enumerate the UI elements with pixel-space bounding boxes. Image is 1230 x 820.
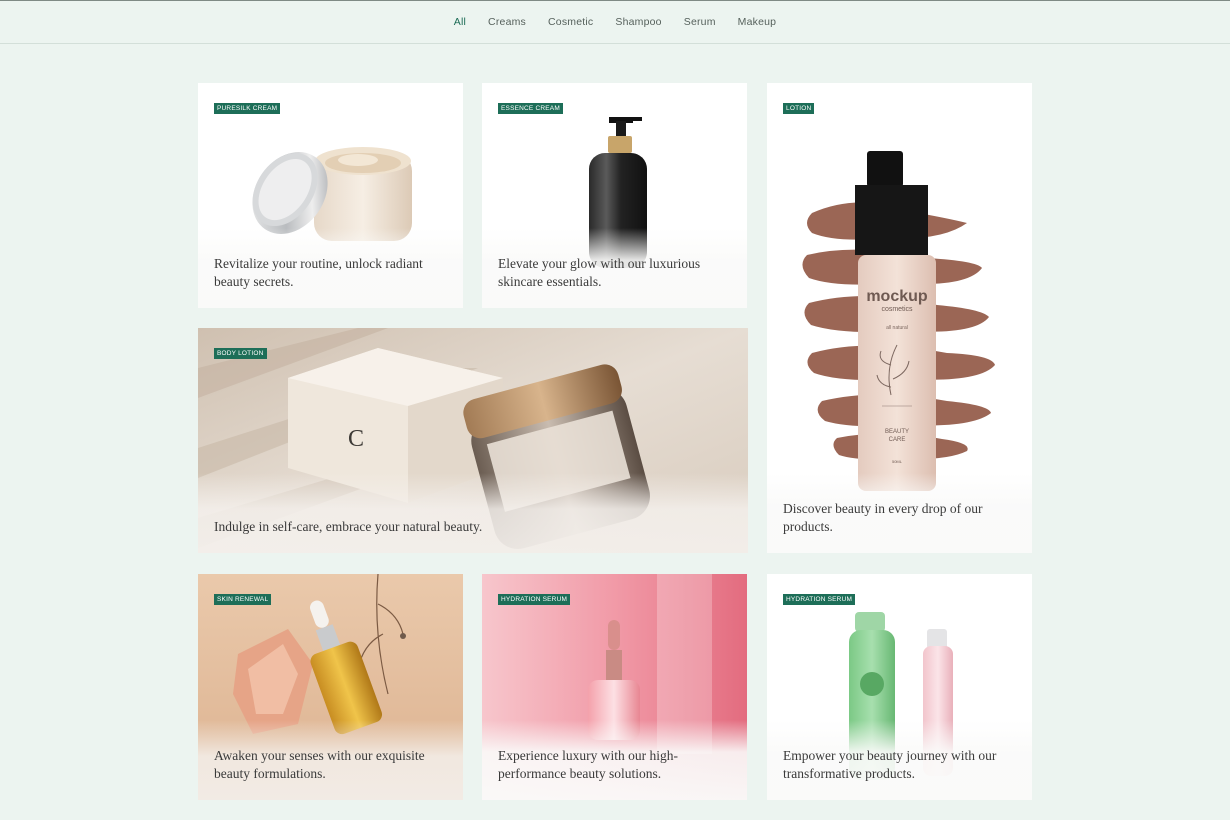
product-card-hydration-serum-pink[interactable]: HYDRATION SERUM Experience luxury with o… — [482, 574, 747, 800]
card-caption: Elevate your glow with our luxurious ski… — [498, 256, 701, 289]
card-caption: Empower your beauty journey with our tra… — [783, 748, 997, 781]
nav-item-all[interactable]: All — [454, 16, 466, 28]
nav-item-shampoo[interactable]: Shampoo — [615, 16, 661, 28]
product-card-body-lotion[interactable]: C BODY LOTION Indulge in self-care, embr… — [198, 328, 748, 553]
bottle-brand-text: mockup — [866, 288, 928, 305]
nav-item-cosmetic[interactable]: Cosmetic — [548, 16, 593, 28]
product-card-lotion[interactable]: mockup cosmetics all natural BEAUTY CARE… — [767, 83, 1032, 553]
nav-item-serum[interactable]: Serum — [684, 16, 716, 28]
category-badge: BODY LOTION — [214, 348, 267, 359]
category-badge: PURESILK CREAM — [214, 103, 281, 114]
caption-fade — [198, 473, 748, 553]
svg-text:C: C — [348, 426, 364, 452]
nav-item-creams[interactable]: Creams — [488, 16, 526, 28]
bottle-beauty-text: BEAUTY — [885, 429, 909, 435]
card-caption: Awaken your senses with our exquisite be… — [214, 748, 425, 781]
bottle-volume-text: 50ML — [892, 459, 903, 464]
product-card-skin-renewal[interactable]: SKIN RENEWAL Awaken your senses with our… — [198, 574, 463, 800]
nav-item-makeup[interactable]: Makeup — [738, 16, 777, 28]
category-badge: HYDRATION SERUM — [498, 594, 571, 605]
product-card-puresilk-cream[interactable]: PURESILK CREAM Revitalize your routine, … — [198, 83, 463, 308]
bottle-natural-text: all natural — [886, 325, 908, 331]
bottle-sub-text: cosmetics — [881, 306, 913, 313]
card-caption: Revitalize your routine, unlock radiant … — [214, 256, 423, 289]
product-card-hydration-serum-duo[interactable]: HYDRATION SERUM Empower your beauty jour… — [767, 574, 1032, 800]
card-caption: Discover beauty in every drop of our pro… — [783, 501, 983, 534]
category-badge: HYDRATION SERUM — [783, 594, 856, 605]
bottle-care-text: CARE — [889, 437, 906, 443]
category-badge: SKIN RENEWAL — [214, 594, 272, 605]
category-nav: All Creams Cosmetic Shampoo Serum Makeup — [0, 1, 1230, 44]
card-caption: Indulge in self-care, embrace your natur… — [214, 519, 483, 534]
card-caption: Experience luxury with our high-performa… — [498, 748, 678, 781]
category-badge: LOTION — [783, 103, 815, 114]
product-card-essence-cream[interactable]: ESSENCE CREAM Elevate your glow with our… — [482, 83, 747, 308]
category-badge: ESSENCE CREAM — [498, 103, 563, 114]
